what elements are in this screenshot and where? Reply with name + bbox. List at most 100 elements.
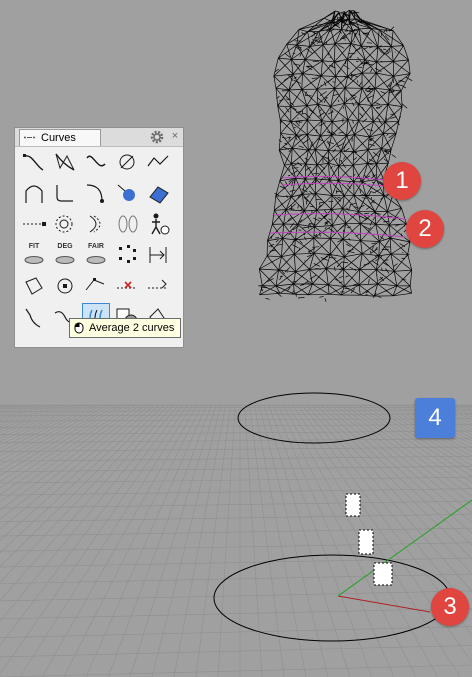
mesh-edge	[345, 97, 347, 103]
mesh-edge	[377, 29, 380, 47]
grid-line	[0, 488, 472, 496]
mesh-edge	[360, 240, 363, 254]
mesh-edge	[337, 44, 345, 49]
mesh-edge	[346, 120, 359, 137]
line-extend-icon[interactable]	[20, 210, 48, 238]
circle-point-icon[interactable]	[51, 272, 79, 300]
curve-from-objects-icon[interactable]	[113, 179, 141, 207]
mesh-edge	[376, 61, 394, 63]
mesh-edge	[353, 283, 359, 285]
drag-grip-icon[interactable]	[24, 136, 36, 139]
match-curve-icon[interactable]	[144, 241, 172, 269]
mesh-edge	[331, 209, 333, 226]
mesh-edge	[313, 217, 320, 222]
mesh-edge	[353, 163, 368, 166]
mesh-edge	[302, 193, 316, 195]
curve-boolean-icon[interactable]	[20, 272, 48, 300]
blend-curve-icon[interactable]	[82, 179, 110, 207]
grid-line	[0, 405, 472, 407]
mesh-edge	[392, 78, 394, 84]
curve-fillet-icon[interactable]	[51, 179, 79, 207]
mesh-edge	[345, 25, 349, 31]
mesh-edge	[298, 145, 304, 149]
mesh-edge	[279, 165, 285, 181]
mesh-edge	[408, 59, 411, 74]
mesh-edge	[347, 59, 363, 74]
mesh-edge	[344, 87, 346, 104]
mesh-edge	[324, 298, 327, 302]
mesh-edge	[361, 197, 368, 199]
mesh-edge	[319, 201, 325, 204]
insert-knot-icon[interactable]	[144, 272, 172, 300]
mesh-edge	[396, 269, 413, 287]
curve-through-points-icon[interactable]	[51, 148, 79, 176]
fair-curve-icon[interactable]: FAIR	[82, 241, 110, 269]
grid-line	[287, 404, 461, 677]
mesh-edge	[318, 112, 325, 117]
grid-line	[430, 404, 472, 422]
fit-curve-icon[interactable]: FIT	[20, 241, 48, 269]
tab-curves[interactable]: Curves	[19, 129, 101, 146]
mesh-edge	[337, 70, 341, 73]
mesh-edge	[302, 73, 322, 77]
mesh-edge	[360, 223, 376, 225]
polyline-icon[interactable]	[144, 148, 172, 176]
mesh-edge	[324, 227, 327, 229]
mesh-edge	[337, 196, 342, 199]
grid-line	[253, 404, 307, 677]
mesh-edge	[274, 209, 287, 211]
mesh-edge	[331, 209, 347, 224]
mesh-edge	[293, 63, 301, 66]
mesh-edge	[281, 238, 283, 257]
mesh-edge	[376, 269, 398, 287]
pedestrian-icon[interactable]	[144, 210, 172, 238]
arc-curve-icon[interactable]	[20, 179, 48, 207]
tab-label: Curves	[41, 132, 76, 144]
mesh-edge	[299, 29, 308, 33]
mesh-edge	[290, 119, 308, 122]
cross-section-icon[interactable]	[113, 210, 141, 238]
remove-knot-icon[interactable]	[113, 272, 141, 300]
control-point-curve-icon[interactable]	[20, 148, 48, 176]
mesh-edge	[347, 103, 360, 120]
offset-curve-icon[interactable]	[82, 210, 110, 238]
mesh-edge	[289, 208, 295, 210]
mesh-edge	[330, 238, 345, 258]
mesh-edge	[307, 119, 322, 122]
interpolate-curve-icon[interactable]	[82, 148, 110, 176]
mesh-edge	[378, 29, 404, 46]
mesh-edge	[322, 60, 335, 63]
mesh-edge	[286, 98, 291, 101]
mesh-edge	[319, 164, 326, 170]
rebuild-points-icon[interactable]	[113, 241, 141, 269]
mesh-edge	[383, 221, 389, 223]
curve-edit-icon[interactable]	[82, 272, 110, 300]
mesh-edge	[348, 238, 351, 241]
grid-line	[268, 404, 373, 677]
sketch-curve-icon[interactable]	[113, 148, 141, 176]
extend-curve-icon[interactable]	[20, 303, 48, 331]
mesh-edge	[334, 43, 336, 62]
mesh-edge	[358, 269, 361, 286]
mesh-edge	[353, 157, 358, 161]
mesh-edge	[328, 163, 330, 181]
mesh-edge	[378, 241, 380, 256]
mesh-edge	[354, 173, 356, 176]
mesh-edge	[376, 46, 379, 63]
mesh-edge	[297, 297, 305, 299]
mesh-edge	[352, 165, 363, 182]
mesh-edge	[385, 30, 388, 33]
marker-badge-3: 3	[431, 588, 469, 626]
close-icon[interactable]: ×	[169, 128, 181, 144]
mesh-edge	[355, 60, 359, 63]
grid-line	[325, 404, 472, 534]
unroll-icon[interactable]	[144, 179, 172, 207]
change-degree-icon[interactable]: DEG	[51, 241, 79, 269]
grid-line	[468, 404, 472, 407]
grid-line	[41, 404, 198, 677]
mesh-edge	[293, 239, 296, 255]
gear-icon[interactable]	[149, 129, 165, 145]
mesh-edge	[389, 237, 392, 255]
perspective-viewport[interactable]: Curves × FIT DEG FAIR Average 2 curves 1 2…	[0, 0, 472, 677]
circle-from-curve-icon[interactable]	[51, 210, 79, 238]
